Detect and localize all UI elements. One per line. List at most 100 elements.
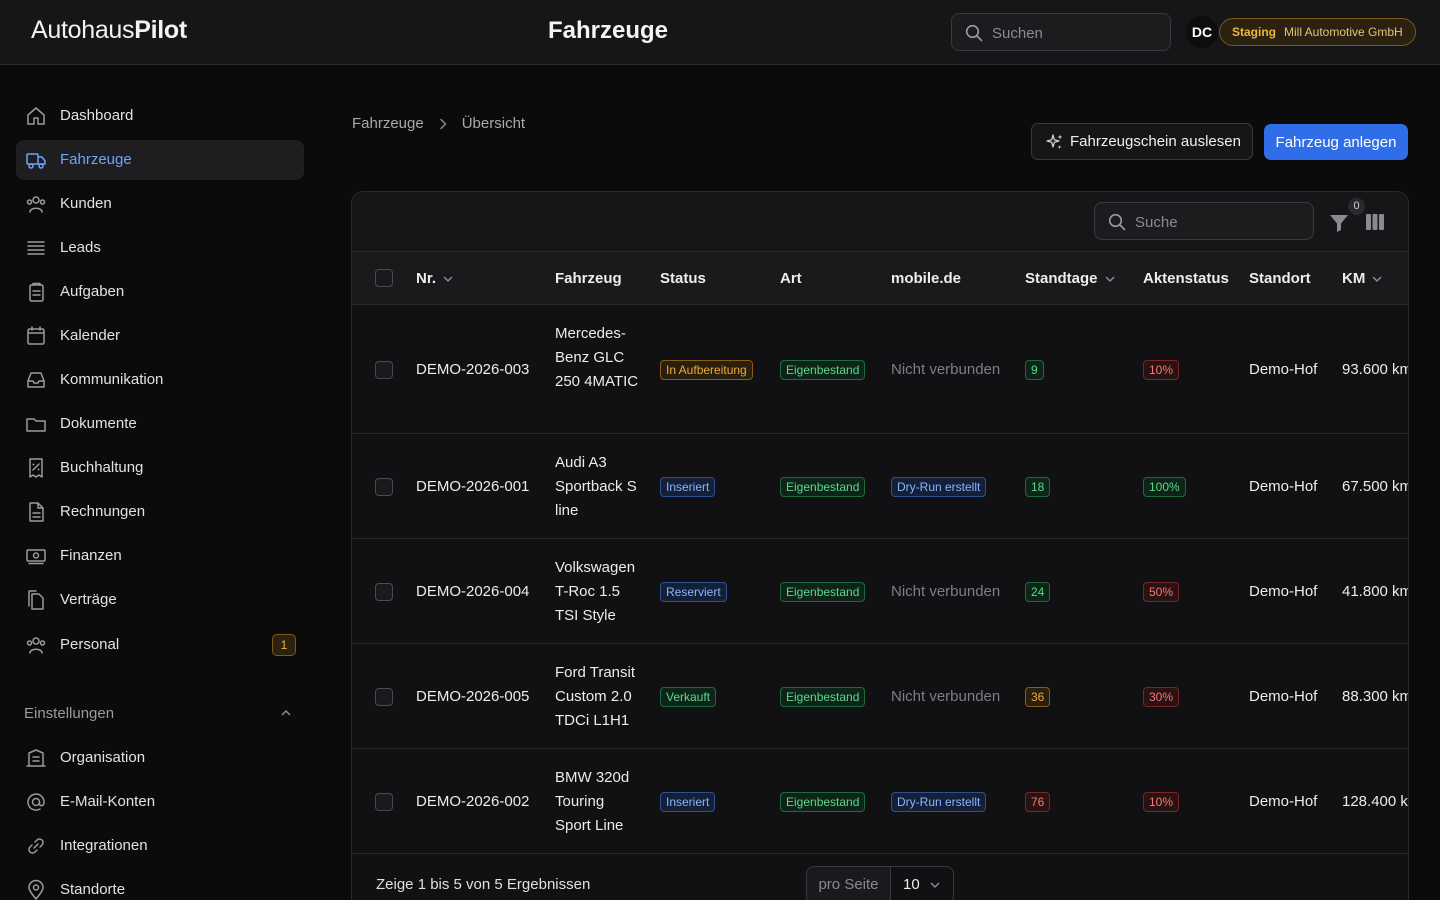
sidebar-item-standorte[interactable]: Standorte	[16, 870, 304, 900]
column-km[interactable]: KM	[1342, 270, 1383, 287]
mobile-text: Nicht verbunden	[891, 361, 1001, 378]
sidebar-item-fahrzeuge[interactable]: Fahrzeuge	[16, 140, 304, 180]
truck-icon	[26, 153, 46, 169]
calendar-icon	[27, 326, 45, 345]
table-row[interactable]: DEMO-2026-001 Audi A3 Sportback S line I…	[352, 434, 1408, 539]
breadcrumb: Fahrzeuge Übersicht	[352, 115, 525, 132]
row-checkbox[interactable]	[375, 361, 393, 379]
environment-badge[interactable]: Staging Mill Automotive GmbH	[1219, 18, 1416, 46]
row-checkbox[interactable]	[375, 478, 393, 496]
sidebar-item-e-mail-konten[interactable]: E-Mail-Konten	[16, 782, 304, 822]
folder-icon	[26, 418, 46, 432]
row-checkbox[interactable]	[375, 583, 393, 601]
settings-section-toggle[interactable]: Einstellungen	[24, 705, 296, 725]
row-checkbox[interactable]	[375, 793, 393, 811]
chevron-right-icon	[439, 118, 447, 129]
mobile-badge: Dry-Run erstellt	[891, 792, 987, 812]
sidebar-item-organisation[interactable]: Organisation	[16, 738, 304, 778]
column-days[interactable]: Standtage	[1025, 270, 1116, 287]
column-status[interactable]: Status	[660, 270, 706, 287]
column-type[interactable]: Art	[780, 270, 802, 287]
sidebar-item-label: Standorte	[60, 881, 126, 898]
vehicle-name[interactable]: Mercedes-Benz GLC 250 4MATIC	[555, 322, 643, 394]
sidebar-item-personal[interactable]: Personal 1	[16, 625, 304, 665]
sidebar-item-finanzen[interactable]: Finanzen	[16, 536, 304, 576]
global-search-input[interactable]	[992, 22, 1162, 44]
chevron-down-icon	[1104, 275, 1115, 282]
sidebar-item-leads[interactable]: Leads	[16, 228, 304, 268]
results-summary: Zeige 1 bis 5 von 5 Ergebnissen	[376, 876, 591, 893]
filter-icon[interactable]	[1328, 212, 1350, 234]
row-checkbox[interactable]	[375, 688, 393, 706]
mobile-badge: Dry-Run erstellt	[891, 477, 987, 497]
days-badge: 24	[1025, 582, 1051, 602]
sidebar-item-verträge[interactable]: Verträge	[16, 580, 304, 620]
filter-count-badge: 0	[1348, 198, 1365, 215]
columns-icon[interactable]	[1365, 212, 1385, 232]
table-search-input[interactable]	[1135, 211, 1305, 233]
status-badge: In Aufbereitung	[660, 360, 753, 380]
location-cell: Demo-Hof	[1249, 793, 1318, 810]
table-row[interactable]: DEMO-2026-003 Mercedes-Benz GLC 250 4MAT…	[352, 305, 1408, 434]
create-vehicle-button[interactable]: Fahrzeug anlegen	[1264, 124, 1408, 160]
column-mobile[interactable]: mobile.de	[891, 270, 961, 287]
type-badge: Eigenbestand	[780, 360, 866, 380]
km-cell: 67.500 km	[1342, 478, 1409, 495]
receipt-percent-icon	[29, 458, 43, 478]
sidebar-item-aufgaben[interactable]: Aufgaben	[16, 272, 304, 312]
sidebar-item-dashboard[interactable]: Dashboard	[16, 96, 304, 136]
file-status-badge: 10%	[1143, 792, 1180, 812]
table-row[interactable]: DEMO-2026-005 Ford Transit Custom 2.0 TD…	[352, 644, 1408, 749]
avatar[interactable]: DC	[1186, 16, 1218, 48]
per-page-value[interactable]: 10	[891, 867, 953, 900]
vehicle-number[interactable]: DEMO-2026-001	[416, 478, 529, 495]
building-icon	[26, 749, 46, 767]
days-badge: 76	[1025, 792, 1051, 812]
scan-registration-button[interactable]: Fahrzeugschein auslesen	[1031, 123, 1253, 160]
notification-badge: 1	[272, 634, 296, 656]
sidebar-item-buchhaltung[interactable]: Buchhaltung	[16, 448, 304, 488]
days-badge: 18	[1025, 477, 1051, 497]
vehicle-name[interactable]: Volkswagen T-Roc 1.5 TSI Style	[555, 556, 643, 628]
status-badge: Inseriert	[660, 477, 716, 497]
vehicle-name[interactable]: Ford Transit Custom 2.0 TDCi L1H1	[555, 661, 643, 733]
file-status-badge: 50%	[1143, 582, 1180, 602]
sidebar-item-integrationen[interactable]: Integrationen	[16, 826, 304, 866]
column-nr[interactable]: Nr.	[416, 270, 454, 287]
sidebar-item-rechnungen[interactable]: Rechnungen	[16, 492, 304, 532]
status-badge: Verkauft	[660, 687, 717, 707]
column-file-status[interactable]: Aktenstatus	[1143, 270, 1229, 287]
breadcrumb-root[interactable]: Fahrzeuge	[352, 115, 424, 132]
column-location[interactable]: Standort	[1249, 270, 1311, 287]
vehicle-number[interactable]: DEMO-2026-003	[416, 361, 529, 378]
app-logo[interactable]: AutohausPilot	[31, 16, 187, 45]
vehicle-name[interactable]: BMW 320d Touring Sport Line	[555, 766, 643, 838]
clipboard-icon	[29, 282, 44, 302]
location-cell: Demo-Hof	[1249, 478, 1318, 495]
column-vehicle[interactable]: Fahrzeug	[555, 270, 622, 287]
document-duplicate-icon	[28, 590, 44, 610]
sidebar-item-label: Kommunikation	[60, 371, 164, 388]
search-icon	[965, 24, 983, 42]
select-all-checkbox[interactable]	[375, 269, 393, 287]
sidebar-item-kalender[interactable]: Kalender	[16, 316, 304, 356]
table-row[interactable]: DEMO-2026-002 BMW 320d Touring Sport Lin…	[352, 749, 1408, 854]
sidebar-item-label: Dokumente	[60, 415, 137, 432]
sidebar-item-dokumente[interactable]: Dokumente	[16, 404, 304, 444]
sidebar-item-kunden[interactable]: Kunden	[16, 184, 304, 224]
per-page-select[interactable]: pro Seite 10	[806, 866, 954, 900]
vehicle-number[interactable]: DEMO-2026-002	[416, 793, 529, 810]
table-footer: Zeige 1 bis 5 von 5 Ergebnissen pro Seit…	[352, 854, 1408, 900]
vehicle-number[interactable]: DEMO-2026-005	[416, 688, 529, 705]
vehicle-number[interactable]: DEMO-2026-004	[416, 583, 529, 600]
table-header: Nr. Fahrzeug Status Art mobile.de Standt…	[352, 252, 1408, 305]
user-group-icon	[26, 637, 46, 654]
global-search[interactable]	[951, 13, 1171, 51]
vehicle-name[interactable]: Audi A3 Sportback S line	[555, 451, 643, 523]
km-cell: 93.600 km	[1342, 361, 1409, 378]
link-icon	[28, 838, 44, 854]
sidebar-item-kommunikation[interactable]: Kommunikation	[16, 360, 304, 400]
chevron-up-icon	[281, 709, 291, 716]
table-row[interactable]: DEMO-2026-004 Volkswagen T-Roc 1.5 TSI S…	[352, 539, 1408, 644]
table-search[interactable]	[1094, 202, 1314, 240]
